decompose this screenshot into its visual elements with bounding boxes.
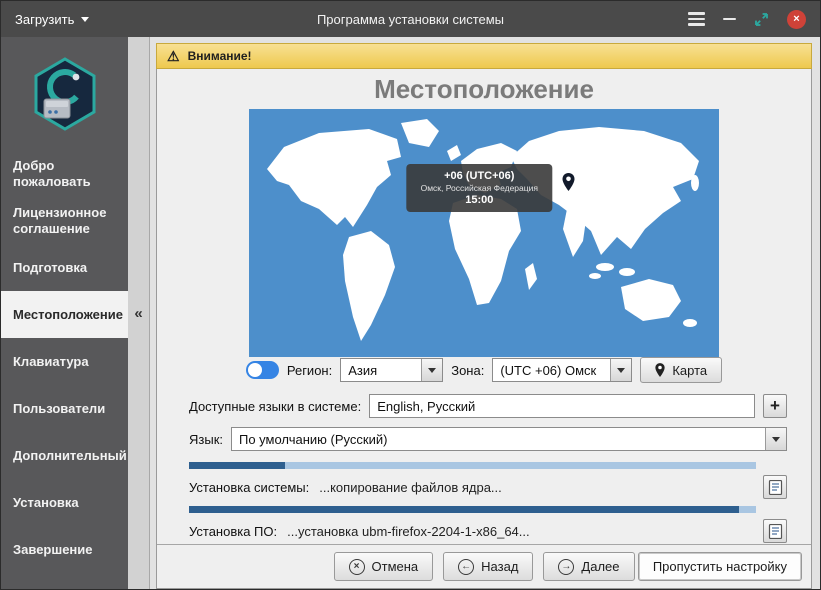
sidebar-item-label: Лицензионное соглашение: [13, 205, 116, 237]
sidebar-item-installation[interactable]: Установка: [1, 479, 128, 526]
sidebar-item-label: Добро пожаловать: [13, 158, 116, 190]
expand-arrows-icon: [754, 12, 769, 27]
system-progress-bar: [189, 462, 756, 469]
zone-value: (UTC +06) Омск: [493, 359, 610, 381]
language-select[interactable]: По умолчанию (Русский): [231, 427, 787, 451]
sidebar: Добро пожаловать Лицензионное соглашение…: [1, 37, 128, 589]
window-body: Добро пожаловать Лицензионное соглашение…: [1, 37, 820, 589]
location-panel: Местоположение: [156, 69, 812, 589]
sidebar-item-completion[interactable]: Завершение: [1, 526, 128, 573]
map-button-label: Карта: [672, 363, 707, 378]
system-install-status: ...копирование файлов ядра...: [319, 480, 502, 495]
skip-setup-button[interactable]: Пропустить настройку: [638, 552, 802, 581]
software-install-label: Установка ПО:: [189, 524, 277, 539]
arrow-right-circle-icon: →: [558, 559, 574, 575]
software-status-row: Установка ПО: ...установка ubm-firefox-2…: [189, 518, 787, 544]
installer-window: Загрузить Программа установки системы ×: [0, 0, 821, 590]
sidebar-item-label: Установка: [13, 495, 79, 511]
languages-row: Доступные языки в системе: +: [189, 394, 787, 418]
hamburger-menu-icon[interactable]: [688, 12, 705, 26]
sidebar-item-users[interactable]: Пользователи: [1, 385, 128, 432]
warning-banner: ⚠ Внимание!: [156, 43, 812, 69]
sidebar-collapse-handle[interactable]: «: [128, 37, 150, 589]
skip-label: Пропустить настройку: [653, 559, 787, 574]
toggle-knob: [248, 363, 262, 377]
software-install-status: ...установка ubm-firefox-2204-1-x86_64..…: [287, 524, 530, 539]
zone-select[interactable]: (UTC +06) Омск: [492, 358, 632, 382]
zone-label: Зона:: [451, 363, 484, 378]
titlebar: Загрузить Программа установки системы ×: [1, 1, 820, 37]
map-pin-icon: [655, 363, 665, 377]
language-row: Язык: По умолчанию (Русский): [189, 427, 787, 451]
warning-text: Внимание!: [188, 49, 252, 63]
sidebar-item-welcome[interactable]: Добро пожаловать: [1, 150, 128, 197]
language-value: По умолчанию (Русский): [232, 428, 765, 450]
sidebar-item-license[interactable]: Лицензионное соглашение: [1, 197, 128, 244]
region-value: Азия: [341, 359, 421, 381]
system-progress-fill: [189, 462, 285, 469]
sidebar-item-label: Клавиатура: [13, 354, 89, 370]
dropdown-arrow-icon: [765, 428, 786, 450]
plus-icon: +: [770, 396, 780, 416]
cancel-circle-icon: ×: [349, 559, 365, 575]
sidebar-item-location[interactable]: Местоположение: [1, 291, 128, 338]
form-area: Доступные языки в системе: + Язык: По ум…: [157, 383, 811, 544]
system-log-button[interactable]: [763, 475, 787, 499]
sidebar-item-preparation[interactable]: Подготовка: [1, 244, 128, 291]
sidebar-item-keyboard[interactable]: Клавиатура: [1, 338, 128, 385]
next-label: Далее: [581, 559, 619, 574]
main-area: ⚠ Внимание! Местоположение: [150, 37, 820, 589]
system-status-row: Установка системы: ...копирование файлов…: [189, 474, 787, 500]
log-icon: [768, 524, 783, 539]
footer-bar: × Отмена ← Назад → Далее Пропустить наст…: [157, 544, 811, 588]
cancel-label: Отмена: [372, 559, 419, 574]
location-pin-icon: [562, 173, 575, 196]
add-language-button[interactable]: +: [763, 394, 787, 418]
region-toggle[interactable]: [246, 361, 279, 379]
dropdown-arrow-icon: [610, 359, 631, 381]
languages-input[interactable]: [369, 394, 755, 418]
cancel-button[interactable]: × Отмена: [334, 552, 434, 581]
software-log-button[interactable]: [763, 519, 787, 543]
software-progress-bar: [189, 506, 756, 513]
timezone-controls: Регион: Азия Зона: (UTC +06) Омск: [157, 357, 811, 383]
warning-icon: ⚠: [167, 49, 180, 63]
languages-label: Доступные языки в системе:: [189, 399, 361, 414]
sidebar-item-label: Подготовка: [13, 260, 87, 276]
arrow-left-circle-icon: ←: [458, 559, 474, 575]
language-label: Язык:: [189, 432, 223, 447]
page-title: Местоположение: [157, 74, 811, 105]
window-controls: ×: [688, 10, 820, 29]
back-label: Назад: [481, 559, 518, 574]
chevron-down-icon: [81, 17, 89, 22]
log-icon: [768, 480, 783, 495]
next-button[interactable]: → Далее: [543, 552, 634, 581]
timezone-map[interactable]: +06 (UTC+06) Омск, Российская Федерация …: [249, 109, 719, 346]
load-menu-label: Загрузить: [15, 12, 74, 27]
world-map-image: [249, 109, 719, 357]
region-select[interactable]: Азия: [340, 358, 443, 382]
distro-logo: [32, 57, 98, 136]
close-button[interactable]: ×: [787, 10, 806, 29]
region-label: Регион:: [287, 363, 332, 378]
tooltip-place: Омск, Российская Федерация: [421, 183, 538, 193]
software-progress-fill: [189, 506, 739, 513]
back-button[interactable]: ← Назад: [443, 552, 533, 581]
system-install-label: Установка системы:: [189, 480, 309, 495]
sidebar-item-additional[interactable]: Дополнительный: [1, 432, 128, 479]
tooltip-utc-offset: +06 (UTC+06): [421, 170, 538, 182]
maximize-button[interactable]: [754, 12, 769, 27]
minimize-button[interactable]: [723, 18, 736, 21]
close-icon: ×: [793, 13, 799, 25]
collapse-arrow-icon: «: [134, 305, 142, 322]
load-menu-button[interactable]: Загрузить: [1, 1, 103, 37]
sidebar-item-label: Дополнительный: [13, 448, 127, 464]
sidebar-item-label: Местоположение: [13, 307, 123, 323]
sidebar-item-label: Завершение: [13, 542, 93, 558]
map-button[interactable]: Карта: [640, 357, 722, 383]
dropdown-arrow-icon: [421, 359, 442, 381]
sidebar-item-label: Пользователи: [13, 401, 105, 417]
tooltip-time: 15:00: [421, 194, 538, 206]
timezone-tooltip: +06 (UTC+06) Омск, Российская Федерация …: [407, 164, 552, 212]
